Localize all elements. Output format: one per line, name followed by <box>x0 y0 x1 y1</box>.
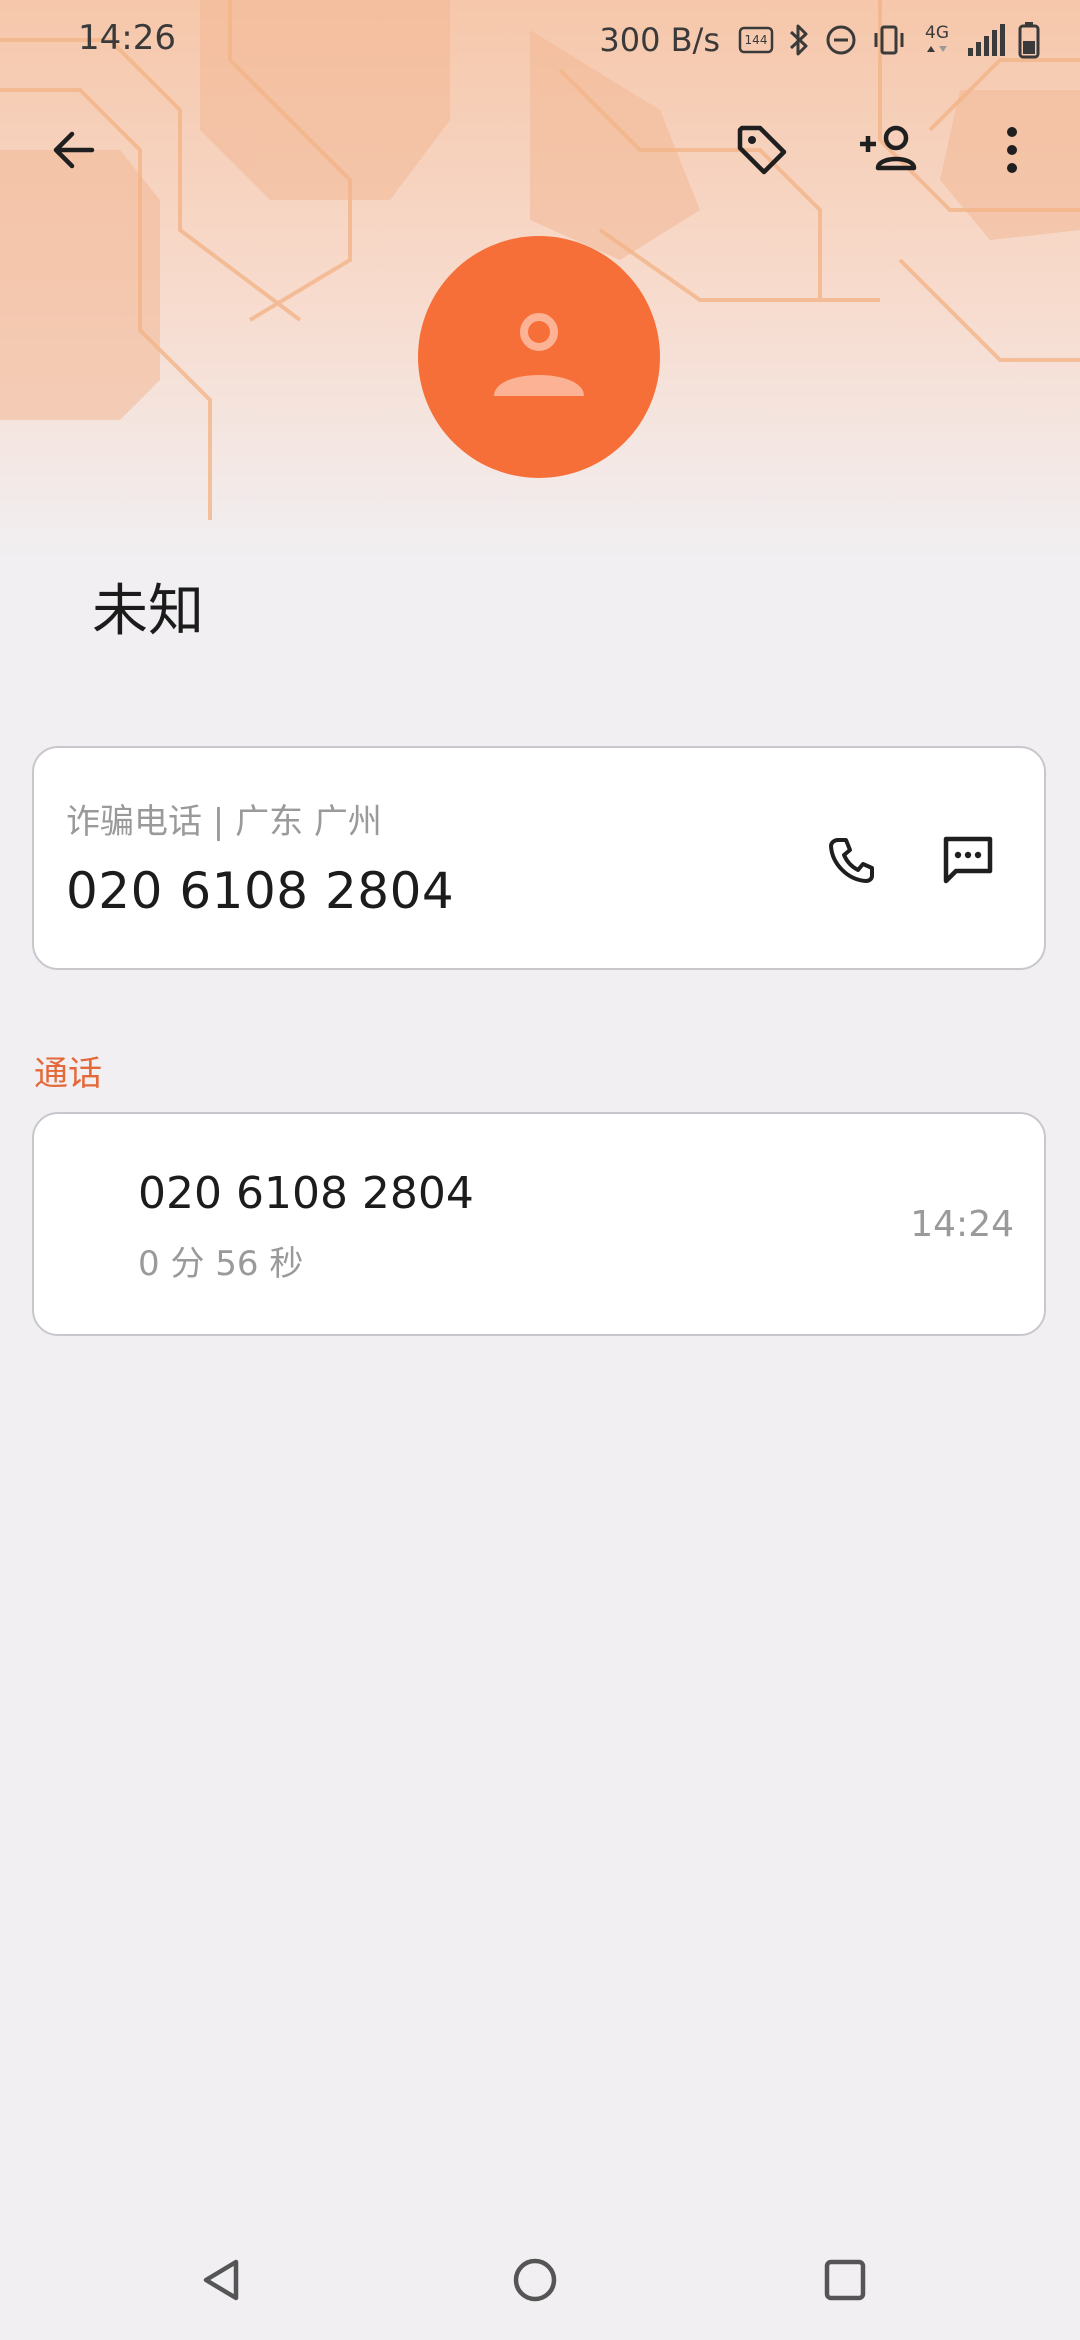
nav-home-button[interactable] <box>495 2240 575 2320</box>
net-speed: 300 B/s <box>599 21 720 59</box>
phone-number-card: 诈骗电话 | 广东 广州 020 6108 2804 <box>32 746 1046 970</box>
battery-icon <box>1018 21 1040 59</box>
status-time: 14:26 <box>78 18 176 58</box>
navigation-bar <box>0 2220 1080 2340</box>
back-triangle-icon <box>203 2259 239 2301</box>
add-contact-icon <box>860 125 917 171</box>
back-button[interactable] <box>34 110 114 190</box>
call-button[interactable] <box>812 820 892 900</box>
more-options-button[interactable] <box>972 110 1052 190</box>
more-vert-icon <box>1007 127 1017 173</box>
bluetooth-icon <box>786 22 812 58</box>
refresh-rate-144hz-icon: 144 <box>738 25 774 55</box>
number-tag-line: 诈骗电话 | 广东 广州 <box>66 802 382 842</box>
nav-recents-button[interactable] <box>805 2240 885 2320</box>
vibrate-icon <box>870 23 908 57</box>
signal-icon <box>966 22 1006 58</box>
status-bar: 14:26 300 B/s 144 4G <box>0 0 1080 80</box>
refresh-rate-value: 144 <box>745 33 768 47</box>
phone-icon <box>829 838 874 883</box>
top-toolbar <box>0 110 1080 190</box>
call-log-time: 14:24 <box>910 1204 1014 1245</box>
contact-avatar <box>418 236 660 478</box>
call-log-duration: 0 分 56 秒 <box>138 1244 304 1284</box>
nav-back-button[interactable] <box>182 2240 262 2320</box>
tag-icon <box>737 125 787 175</box>
tag-button[interactable] <box>722 110 802 190</box>
back-arrow-icon <box>53 131 95 169</box>
recents-square-icon <box>824 2259 866 2301</box>
do-not-disturb-icon <box>824 23 858 57</box>
home-circle-icon <box>513 2258 557 2302</box>
phone-number[interactable]: 020 6108 2804 <box>66 862 454 920</box>
status-indicators: 300 B/s 144 4G <box>599 14 1040 66</box>
network-type-label: 4G <box>925 23 949 43</box>
4g-icon: 4G <box>920 20 954 60</box>
person-icon <box>494 313 584 396</box>
message-icon <box>943 836 993 884</box>
add-contact-button[interactable] <box>850 110 930 190</box>
message-button[interactable] <box>928 820 1008 900</box>
contact-name: 未知 <box>92 579 204 644</box>
call-log-number: 020 6108 2804 <box>138 1168 474 1219</box>
call-log-item[interactable]: 020 6108 2804 0 分 56 秒 14:24 <box>32 1112 1046 1336</box>
calls-section-label: 通话 <box>34 1054 102 1094</box>
